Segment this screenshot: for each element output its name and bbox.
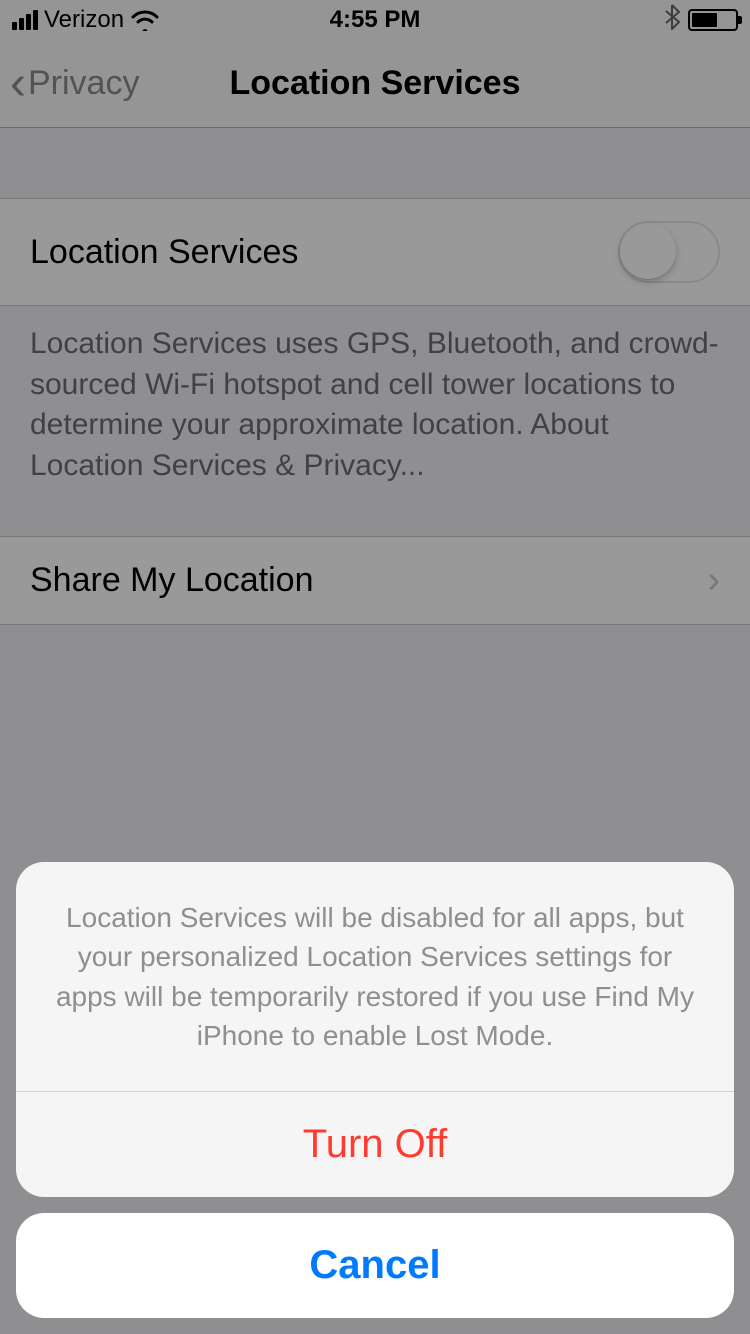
action-sheet-message: Location Services will be disabled for a… [16,862,734,1091]
action-sheet: Location Services will be disabled for a… [16,862,734,1318]
cancel-button[interactable]: Cancel [16,1213,734,1318]
turn-off-button[interactable]: Turn Off [16,1091,734,1197]
action-sheet-group: Location Services will be disabled for a… [16,862,734,1197]
